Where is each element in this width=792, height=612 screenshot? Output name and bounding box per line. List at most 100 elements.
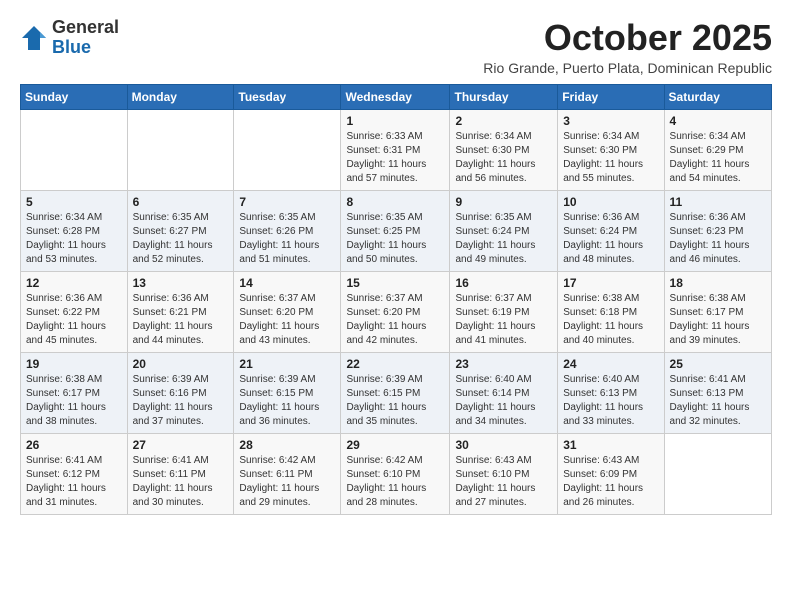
calendar-cell: 28Sunrise: 6:42 AMSunset: 6:11 PMDayligh…: [234, 433, 341, 514]
day-number: 15: [346, 276, 444, 290]
day-info: Sunrise: 6:33 AMSunset: 6:31 PMDaylight:…: [346, 130, 444, 186]
day-number: 5: [26, 195, 122, 209]
calendar-cell: 26 Sunrise: 6:41 AMSunset: 6:12 PMDayligh…: [21, 433, 128, 514]
calendar-week-2: 5 Sunrise: 6:34 AMSunset: 6:28 PMDaylight…: [21, 190, 772, 271]
calendar-cell: 12Sunrise: 6:36 AMSunset: 6:22 PMDayligh…: [21, 271, 128, 352]
calendar-week-5: 26 Sunrise: 6:41 AMSunset: 6:12 PMDayligh…: [21, 433, 772, 514]
calendar-cell: 25Sunrise: 6:41 AMSunset: 6:13 PMDayligh…: [664, 352, 771, 433]
calendar-cell: 7Sunrise: 6:35 AMSunset: 6:26 PMDaylight…: [234, 190, 341, 271]
calendar-cell: 18 Sunrise: 6:38 AMSunset: 6:17 PMDayligh…: [664, 271, 771, 352]
header-friday: Friday: [558, 84, 664, 109]
day-info: Sunrise: 6:39 AMSunset: 6:16 PMDaylight:…: [133, 373, 229, 429]
month-title: October 2025: [483, 18, 772, 58]
header-wednesday: Wednesday: [341, 84, 450, 109]
day-number: 6: [133, 195, 229, 209]
calendar-cell: 20 Sunrise: 6:39 AMSunset: 6:16 PMDayligh…: [127, 352, 234, 433]
day-info: Sunrise: 6:41 AMSunset: 6:11 PMDaylight:…: [133, 454, 229, 510]
day-info: Sunrise: 6:38 AMSunset: 6:17 PMDaylight:…: [670, 292, 766, 348]
day-info: Sunrise: 6:37 AMSunset: 6:19 PMDaylight:…: [455, 292, 552, 348]
day-info: Sunrise: 6:36 AMSunset: 6:23 PMDaylight:…: [670, 211, 766, 267]
day-info: Sunrise: 6:35 AMSunset: 6:25 PMDaylight:…: [346, 211, 444, 267]
day-number: 31: [563, 438, 658, 452]
calendar-cell: 13 Sunrise: 6:36 AMSunset: 6:21 PMDayligh…: [127, 271, 234, 352]
day-number: 4: [670, 114, 766, 128]
title-area: October 2025 Rio Grande, Puerto Plata, D…: [483, 18, 772, 76]
day-number: 18: [670, 276, 766, 290]
calendar-cell: 10Sunrise: 6:36 AMSunset: 6:24 PMDayligh…: [558, 190, 664, 271]
day-info: Sunrise: 6:36 AMSunset: 6:22 PMDaylight:…: [26, 292, 122, 348]
day-number: 23: [455, 357, 552, 371]
calendar-body: 1 Sunrise: 6:33 AMSunset: 6:31 PMDaylight…: [21, 109, 772, 514]
day-number: 2: [455, 114, 552, 128]
day-number: 16: [455, 276, 552, 290]
calendar-header: Sunday Monday Tuesday Wednesday Thursday…: [21, 84, 772, 109]
calendar-cell: 21 Sunrise: 6:39 AMSunset: 6:15 PMDayligh…: [234, 352, 341, 433]
logo-general: General: [52, 18, 119, 38]
logo-text: General Blue: [52, 18, 119, 58]
calendar-cell: 14Sunrise: 6:37 AMSunset: 6:20 PMDayligh…: [234, 271, 341, 352]
day-number: 9: [455, 195, 552, 209]
calendar-cell: 4 Sunrise: 6:34 AMSunset: 6:29 PMDaylight…: [664, 109, 771, 190]
day-info: Sunrise: 6:42 AMSunset: 6:10 PMDaylight:…: [346, 454, 444, 510]
day-number: 26: [26, 438, 122, 452]
day-number: 19: [26, 357, 122, 371]
day-number: 11: [670, 195, 766, 209]
calendar-cell: 16 Sunrise: 6:37 AMSunset: 6:19 PMDayligh…: [450, 271, 558, 352]
day-info: Sunrise: 6:35 AMSunset: 6:24 PMDaylight:…: [455, 211, 552, 267]
calendar-table: Sunday Monday Tuesday Wednesday Thursday…: [20, 84, 772, 515]
day-number: 24: [563, 357, 658, 371]
calendar-cell: 22Sunrise: 6:39 AMSunset: 6:15 PMDayligh…: [341, 352, 450, 433]
day-number: 22: [346, 357, 444, 371]
calendar-cell: [234, 109, 341, 190]
calendar-cell: 11 Sunrise: 6:36 AMSunset: 6:23 PMDayligh…: [664, 190, 771, 271]
day-info: Sunrise: 6:38 AMSunset: 6:18 PMDaylight:…: [563, 292, 658, 348]
day-info: Sunrise: 6:38 AMSunset: 6:17 PMDaylight:…: [26, 373, 122, 429]
calendar-cell: 15 Sunrise: 6:37 AMSunset: 6:20 PMDayligh…: [341, 271, 450, 352]
calendar-cell: 29 Sunrise: 6:42 AMSunset: 6:10 PMDayligh…: [341, 433, 450, 514]
day-number: 3: [563, 114, 658, 128]
calendar-cell: 1 Sunrise: 6:33 AMSunset: 6:31 PMDaylight…: [341, 109, 450, 190]
subtitle: Rio Grande, Puerto Plata, Dominican Repu…: [483, 60, 772, 76]
logo-blue: Blue: [52, 38, 119, 58]
header-thursday: Thursday: [450, 84, 558, 109]
day-info: Sunrise: 6:34 AMSunset: 6:29 PMDaylight:…: [670, 130, 766, 186]
day-info: Sunrise: 6:39 AMSunset: 6:15 PMDaylight:…: [239, 373, 335, 429]
day-info: Sunrise: 6:43 AMSunset: 6:09 PMDaylight:…: [563, 454, 658, 510]
day-info: Sunrise: 6:40 AMSunset: 6:14 PMDaylight:…: [455, 373, 552, 429]
header-tuesday: Tuesday: [234, 84, 341, 109]
day-info: Sunrise: 6:36 AMSunset: 6:24 PMDaylight:…: [563, 211, 658, 267]
day-number: 13: [133, 276, 229, 290]
day-number: 29: [346, 438, 444, 452]
calendar-cell: [21, 109, 128, 190]
calendar-cell: 31 Sunrise: 6:43 AMSunset: 6:09 PMDayligh…: [558, 433, 664, 514]
calendar-cell: 9 Sunrise: 6:35 AMSunset: 6:24 PMDaylight…: [450, 190, 558, 271]
day-info: Sunrise: 6:37 AMSunset: 6:20 PMDaylight:…: [346, 292, 444, 348]
day-info: Sunrise: 6:36 AMSunset: 6:21 PMDaylight:…: [133, 292, 229, 348]
day-number: 25: [670, 357, 766, 371]
calendar-cell: 27Sunrise: 6:41 AMSunset: 6:11 PMDayligh…: [127, 433, 234, 514]
calendar-cell: 5 Sunrise: 6:34 AMSunset: 6:28 PMDaylight…: [21, 190, 128, 271]
header-monday: Monday: [127, 84, 234, 109]
day-number: 21: [239, 357, 335, 371]
day-info: Sunrise: 6:34 AMSunset: 6:28 PMDaylight:…: [26, 211, 122, 267]
calendar-cell: 24 Sunrise: 6:40 AMSunset: 6:13 PMDayligh…: [558, 352, 664, 433]
header: General Blue October 2025 Rio Grande, Pu…: [20, 18, 772, 76]
calendar-page: General Blue October 2025 Rio Grande, Pu…: [0, 0, 792, 612]
calendar-cell: 19 Sunrise: 6:38 AMSunset: 6:17 PMDayligh…: [21, 352, 128, 433]
day-info: Sunrise: 6:35 AMSunset: 6:27 PMDaylight:…: [133, 211, 229, 267]
day-number: 17: [563, 276, 658, 290]
day-number: 20: [133, 357, 229, 371]
calendar-cell: 6 Sunrise: 6:35 AMSunset: 6:27 PMDaylight…: [127, 190, 234, 271]
header-sunday: Sunday: [21, 84, 128, 109]
calendar-cell: 8Sunrise: 6:35 AMSunset: 6:25 PMDaylight…: [341, 190, 450, 271]
header-saturday: Saturday: [664, 84, 771, 109]
logo-area: General Blue: [20, 18, 119, 58]
day-info: Sunrise: 6:40 AMSunset: 6:13 PMDaylight:…: [563, 373, 658, 429]
calendar-cell: [127, 109, 234, 190]
day-info: Sunrise: 6:42 AMSunset: 6:11 PMDaylight:…: [239, 454, 335, 510]
day-info: Sunrise: 6:41 AMSunset: 6:12 PMDaylight:…: [26, 454, 122, 510]
day-number: 1: [346, 114, 444, 128]
calendar-cell: 2Sunrise: 6:34 AMSunset: 6:30 PMDaylight…: [450, 109, 558, 190]
calendar-week-3: 12Sunrise: 6:36 AMSunset: 6:22 PMDayligh…: [21, 271, 772, 352]
day-number: 7: [239, 195, 335, 209]
